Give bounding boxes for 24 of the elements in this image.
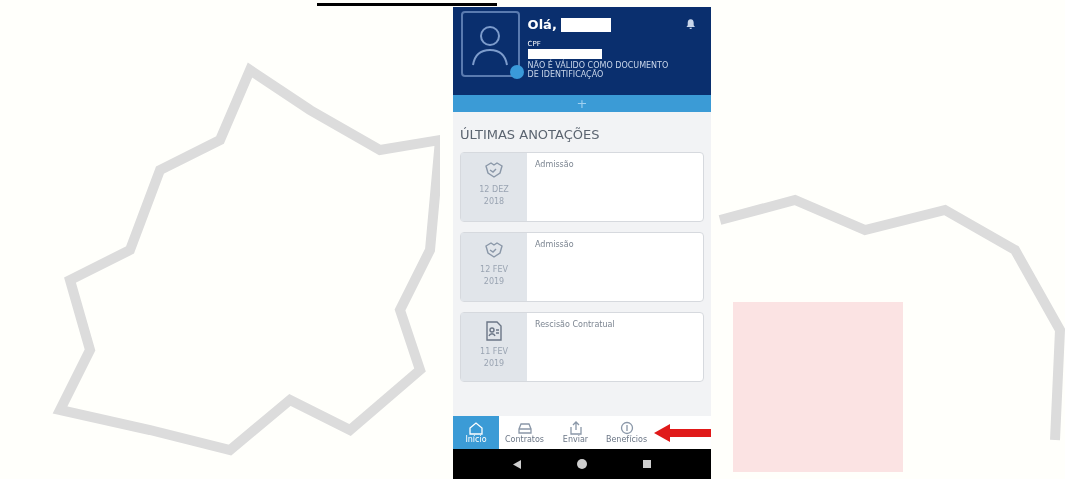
entry-year: 2019 (483, 275, 505, 288)
annotation-card[interactable]: 12 FEV 2019 Admissão (460, 231, 704, 302)
annotation-card[interactable]: 12 DEZ 2018 Admissão (460, 151, 704, 222)
greeting: Olá, (527, 16, 557, 34)
home-icon (468, 420, 484, 435)
entry-title: Rescisão Contratual (535, 318, 615, 331)
back-icon[interactable] (513, 459, 521, 469)
entry-date: 12 DEZ (479, 183, 509, 196)
entry-date: 12 FEV (480, 263, 508, 276)
annotation-card[interactable]: 11 FEV 2019 Rescisão Contratual (460, 311, 704, 382)
notice-text: NÃO É VÁLIDO COMO DOCUMENTO DE IDENTIFICAÇÃO (527, 61, 670, 79)
camera-badge-icon[interactable] (509, 65, 524, 79)
document-person-icon (485, 320, 503, 341)
redacted-name (560, 17, 611, 32)
bell-icon[interactable] (685, 18, 695, 30)
section-title: ÚLTIMAS ANOTAÇÕES (460, 126, 601, 144)
nav-tab[interactable]: Início (453, 416, 499, 449)
entry-year: 2018 (483, 195, 505, 208)
upload-icon (567, 420, 584, 435)
entry-year: 2019 (483, 357, 505, 370)
pointer-arrow (654, 424, 711, 442)
entry-title: Admissão (535, 158, 574, 171)
entry-title: Admissão (535, 238, 574, 251)
entry-date: 11 FEV (480, 345, 508, 358)
